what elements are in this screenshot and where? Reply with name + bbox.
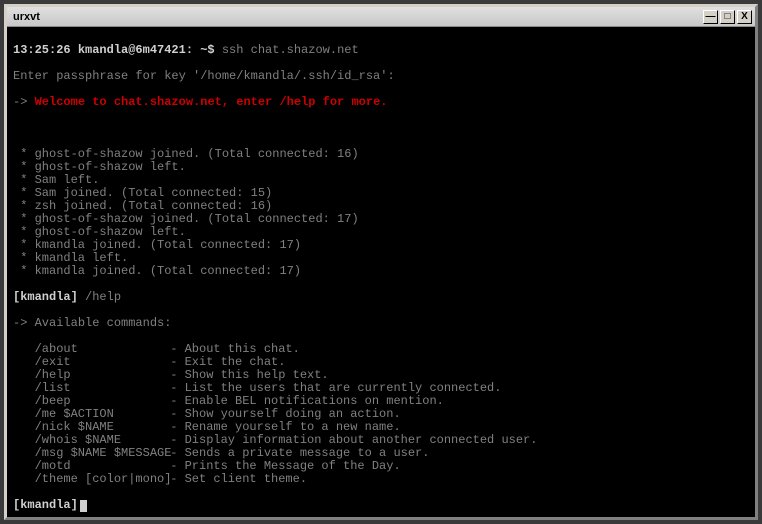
close-button[interactable]: X: [737, 10, 752, 24]
help-description: - Show yourself doing an action.: [163, 407, 401, 421]
terminal-output[interactable]: 13:25:26 kmandla@6m47421: ~$ ssh chat.sh…: [7, 27, 755, 517]
minimize-button[interactable]: —: [703, 10, 718, 24]
window-controls: — □ X: [703, 10, 752, 24]
help-description: - Rename yourself to a new name.: [163, 420, 401, 434]
help-description: - List the users that are currently conn…: [163, 381, 501, 395]
help-row: /about - About this chat.: [13, 343, 749, 356]
cursor-icon: [80, 500, 87, 512]
help-input-line: [kmandla] /help: [13, 291, 749, 304]
event-line: * ghost-of-shazow left.: [13, 161, 749, 174]
terminal-window: urxvt — □ X 13:25:26 kmandla@6m47421: ~$…: [4, 4, 758, 520]
help-description: - Sends a private message to a user.: [163, 446, 429, 460]
help-description: - Display information about another conn…: [163, 433, 537, 447]
help-description: - Prints the Message of the Day.: [163, 459, 401, 473]
window-title: urxvt: [10, 11, 40, 23]
help-description: - Show this help text.: [163, 368, 329, 382]
prompt-line: 13:25:26 kmandla@6m47421: ~$ ssh chat.sh…: [13, 44, 749, 57]
help-description: - Exit the chat.: [163, 355, 285, 369]
help-description: - Enable BEL notifications on mention.: [163, 394, 444, 408]
help-row: /theme [color|mono] - Set client theme.: [13, 473, 749, 486]
help-command: /theme [color|mono]: [13, 473, 163, 486]
event-line: * kmandla joined. (Total connected: 17): [13, 265, 749, 278]
maximize-button[interactable]: □: [720, 10, 735, 24]
welcome-line: -> Welcome to chat.shazow.net, enter /he…: [13, 96, 749, 109]
help-header-line: -> Available commands:: [13, 317, 749, 330]
input-prompt[interactable]: [kmandla]: [13, 499, 749, 512]
help-description: - Set client theme.: [163, 472, 307, 486]
passphrase-line: Enter passphrase for key '/home/kmandla/…: [13, 70, 749, 83]
help-description: - About this chat.: [163, 342, 300, 356]
help-row: /exit - Exit the chat.: [13, 356, 749, 369]
titlebar: urxvt — □ X: [7, 7, 755, 27]
blank-line: [13, 122, 749, 135]
